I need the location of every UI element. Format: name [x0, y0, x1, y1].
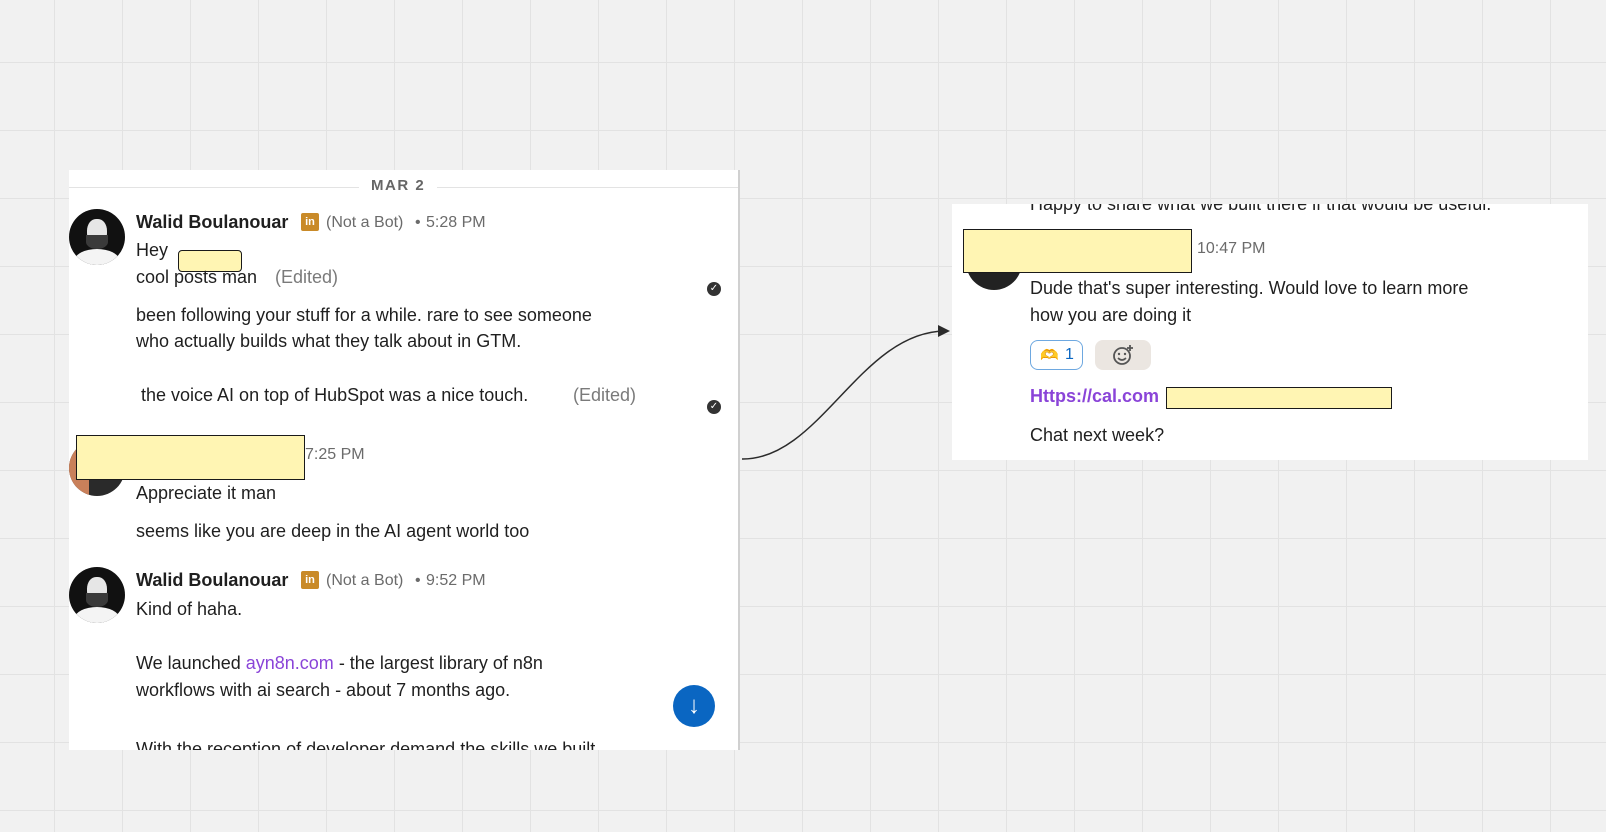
add-reaction-icon — [1113, 345, 1133, 365]
reaction-chip[interactable]: 🫶 1 — [1030, 340, 1083, 370]
message-text: Kind of haha. — [136, 599, 243, 619]
edited-label: (Edited) — [573, 385, 637, 405]
bot-label: (Not a Bot) — [326, 214, 404, 231]
message-text-suffix: - the largest library of n8n — [333, 653, 543, 673]
arrow-down-icon: ↓ — [688, 692, 700, 719]
edited-label: (Edited) — [275, 267, 339, 287]
redacted-sender-name — [76, 435, 305, 480]
heart-hands-icon: 🫶 — [1040, 347, 1059, 364]
read-receipt-icon: ✓ — [707, 400, 721, 414]
message-time: 10:47 PM — [1197, 240, 1266, 257]
meta-separator: • — [415, 572, 421, 589]
message-text: how you are doing it — [1030, 305, 1192, 325]
redacted-sender-name — [963, 229, 1192, 273]
scroll-to-bottom-button[interactable]: ↓ — [673, 685, 715, 727]
meta-separator: • — [415, 214, 421, 231]
conversation-panel-right[interactable]: Happy to share what we built there if th… — [952, 204, 1588, 460]
message-text: Appreciate it man — [136, 483, 277, 503]
read-receipt-icon: ✓ — [707, 282, 721, 296]
cal-link[interactable]: Https://cal.com — [1030, 386, 1159, 407]
message-text: seems like you are deep in the AI agent … — [136, 521, 530, 541]
sender-name[interactable]: Walid Boulanouar — [136, 570, 288, 591]
redaction-box — [1166, 387, 1392, 409]
date-label: MAR 2 — [359, 177, 438, 194]
message-text: We launched ayn8n.com - the largest libr… — [136, 650, 543, 677]
message-text: who actually builds what they talk about… — [136, 331, 522, 351]
avatar[interactable] — [69, 209, 125, 265]
ayn8n-link[interactable]: ayn8n.com — [246, 653, 334, 673]
message-time: 5:28 PM — [426, 214, 486, 231]
reaction-count: 1 — [1065, 346, 1074, 363]
avatar[interactable] — [69, 567, 125, 623]
message-text: the voice AI on top of HubSpot was a nic… — [136, 385, 529, 405]
message-text-partial: With the reception of developer demand t… — [136, 739, 596, 750]
add-reaction-button[interactable] — [1095, 340, 1151, 370]
message-text: Chat next week? — [1030, 425, 1165, 445]
message-text: Hey — [136, 240, 169, 260]
message-text: Dude that's super interesting. Would lov… — [1030, 278, 1469, 298]
message-text: been following your stuff for a while. r… — [136, 305, 592, 325]
sender-name[interactable]: Walid Boulanouar — [136, 212, 288, 233]
message-text: workflows with ai search - about 7 month… — [136, 680, 511, 700]
linkedin-icon: in — [301, 571, 319, 589]
linkedin-icon: in — [301, 213, 319, 231]
message-text-prefix: We launched — [136, 653, 246, 673]
message-time: 9:52 PM — [426, 572, 486, 589]
message-text: cool posts man — [136, 267, 258, 287]
message-text-partial: Happy to share what we built there if th… — [1030, 204, 1492, 214]
message-time: 7:25 PM — [305, 446, 365, 463]
bot-label: (Not a Bot) — [326, 572, 404, 589]
conversation-panel-left[interactable]: MAR 2 Walid Boulanouar in (Not a Bot) • … — [69, 170, 740, 750]
